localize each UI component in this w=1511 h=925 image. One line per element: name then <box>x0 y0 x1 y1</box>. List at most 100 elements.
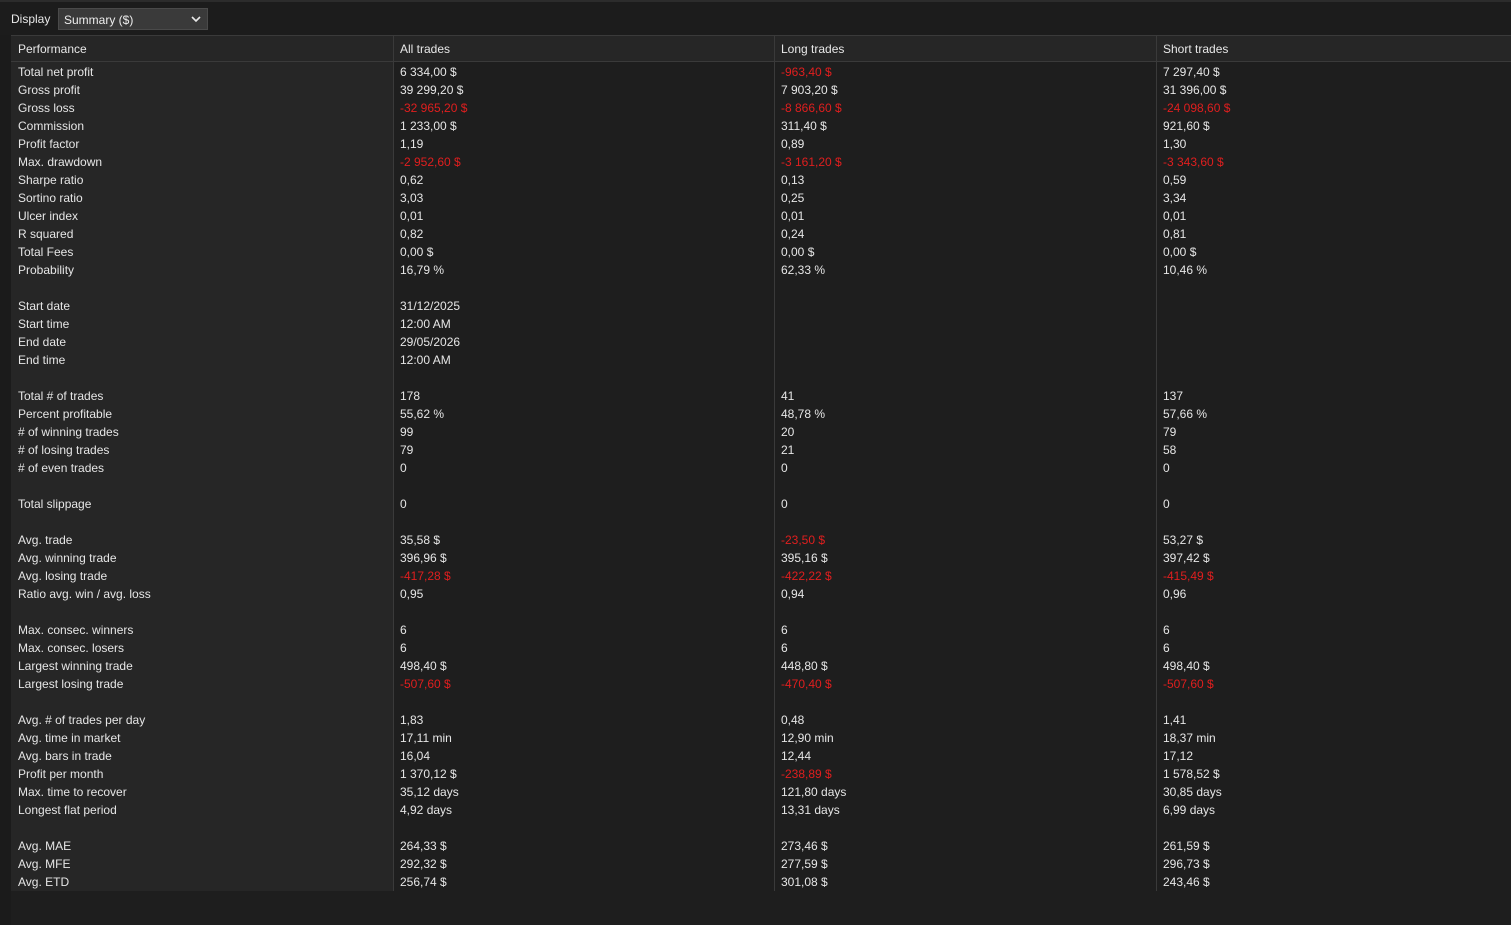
table-row: Total slippage 0 0 0 <box>11 495 1511 513</box>
row-value-short: 0 <box>1163 461 1170 475</box>
row-value-all: 79 <box>400 443 414 457</box>
row-label: Sortino ratio <box>18 191 83 205</box>
row-value-long: -23,50 $ <box>781 533 826 547</box>
table-row: Avg. losing trade -417,28 $ -422,22 $ -415,… <box>11 567 1511 585</box>
table-row: Total net profit 6 334,00 $ -963,40 $ 7 297… <box>11 63 1511 81</box>
row-value-short: 30,85 days <box>1163 785 1222 799</box>
table-row: Avg. MAE 264,33 $ 273,46 $ 261,59 $ <box>11 837 1511 855</box>
row-value-long: 7 903,20 $ <box>781 83 838 97</box>
row-value-short: 57,66 % <box>1163 407 1208 421</box>
toolbar: Display Summary ($) <box>0 2 1511 35</box>
row-value-short: 243,46 $ <box>1163 875 1210 889</box>
row-value-short: 1,41 <box>1163 713 1187 727</box>
row-value-long: 311,40 $ <box>781 119 827 133</box>
row-label: Avg. winning trade <box>18 551 117 565</box>
display-select[interactable]: Summary ($) <box>58 8 208 30</box>
table-row: Max. consec. winners 6 6 6 <box>11 621 1511 639</box>
row-value-all: 1 370,12 $ <box>400 767 457 781</box>
row-label: Largest winning trade <box>18 659 133 673</box>
row-label: R squared <box>18 227 74 241</box>
display-select-value: Summary ($) <box>64 13 134 27</box>
row-value-all: 35,58 $ <box>400 533 441 547</box>
chevron-down-icon <box>191 16 201 23</box>
row-value-long: 13,31 days <box>781 803 840 817</box>
row-value-short: 296,73 $ <box>1163 857 1210 871</box>
row-label: # of losing trades <box>18 443 110 457</box>
row-value-all: 55,62 % <box>400 407 445 421</box>
row-value-short: 0,01 <box>1163 209 1187 223</box>
row-label: Avg. MFE <box>18 857 71 871</box>
table-row: Commission 1 233,00 $ 311,40 $ 921,60 $ <box>11 117 1511 135</box>
row-value-long: 0,89 <box>781 137 805 151</box>
row-value-long: 448,80 $ <box>781 659 828 673</box>
row-label: Start date <box>18 299 71 313</box>
header-long-trades[interactable]: Long trades <box>781 42 844 56</box>
table-row <box>11 819 1511 837</box>
row-value-long: -470,40 $ <box>781 677 832 691</box>
row-label: End time <box>18 353 66 367</box>
row-value-long: 0,25 <box>781 191 805 205</box>
table-row: Probability 16,79 % 62,33 % 10,46 % <box>11 261 1511 279</box>
row-value-all: 0,82 <box>400 227 424 241</box>
row-value-long: 301,08 $ <box>781 875 828 889</box>
row-value-short: 0,59 <box>1163 173 1187 187</box>
table-row: Avg. # of trades per day 1,83 0,48 1,41 <box>11 711 1511 729</box>
row-value-all: -32 965,20 $ <box>400 101 468 115</box>
row-value-all: 12:00 AM <box>400 353 451 367</box>
row-value-all: 396,96 $ <box>400 551 447 565</box>
row-label: Max. time to recover <box>18 785 127 799</box>
table-row: Max. consec. losers 6 6 6 <box>11 639 1511 657</box>
row-value-all: 264,33 $ <box>400 839 447 853</box>
row-label: Total # of trades <box>18 389 104 403</box>
row-label: Ratio avg. win / avg. loss <box>18 587 151 601</box>
row-value-short: 1,30 <box>1163 137 1187 151</box>
row-value-short: -3 343,60 $ <box>1163 155 1224 169</box>
row-value-short: -507,60 $ <box>1163 677 1214 691</box>
row-label: # of winning trades <box>18 425 119 439</box>
table-row: Longest flat period 4,92 days 13,31 days 6,… <box>11 801 1511 819</box>
row-label: Avg. bars in trade <box>18 749 112 763</box>
row-value-long: 395,16 $ <box>781 551 828 565</box>
row-value-all: 0,95 <box>400 587 424 601</box>
table-row <box>11 369 1511 387</box>
table-row: End time 12:00 AM <box>11 351 1511 369</box>
row-value-long: 21 <box>781 443 795 457</box>
row-label: Avg. MAE <box>18 839 72 853</box>
row-value-long: 6 <box>781 641 788 655</box>
row-label: Avg. ETD <box>18 875 70 889</box>
row-value-short: 31 396,00 $ <box>1163 83 1227 97</box>
performance-grid: Performance All trades Long trades Short… <box>11 35 1511 891</box>
row-value-short: 0 <box>1163 497 1170 511</box>
table-row: Start time 12:00 AM <box>11 315 1511 333</box>
table-row: Avg. winning trade 396,96 $ 395,16 $ 397,42… <box>11 549 1511 567</box>
row-value-all: 0 <box>400 461 407 475</box>
row-value-short: 0,81 <box>1163 227 1187 241</box>
row-value-all: 35,12 days <box>400 785 459 799</box>
column-divider <box>393 35 394 891</box>
row-label: Total net profit <box>18 65 94 79</box>
row-value-long: 12,90 min <box>781 731 834 745</box>
table-row: Percent profitable 55,62 % 48,78 % 57,66 % <box>11 405 1511 423</box>
row-value-long: 6 <box>781 623 788 637</box>
row-value-long: 12,44 <box>781 749 812 763</box>
header-all-trades[interactable]: All trades <box>400 42 450 56</box>
row-value-short: 17,12 <box>1163 749 1194 763</box>
row-value-all: 17,11 min <box>400 731 452 745</box>
row-value-all: 1,19 <box>400 137 424 151</box>
row-label: Avg. losing trade <box>18 569 108 583</box>
row-value-long: 0,24 <box>781 227 805 241</box>
header-short-trades[interactable]: Short trades <box>1163 42 1228 56</box>
row-value-all: 6 <box>400 623 407 637</box>
row-label: Start time <box>18 317 70 331</box>
row-value-all: 292,32 $ <box>400 857 447 871</box>
row-label: Avg. # of trades per day <box>18 713 146 727</box>
row-value-long: -8 866,60 $ <box>781 101 842 115</box>
row-label: Largest losing trade <box>18 677 124 691</box>
row-value-long: -963,40 $ <box>781 65 832 79</box>
row-value-long: 41 <box>781 389 795 403</box>
header-performance[interactable]: Performance <box>18 42 87 56</box>
row-value-short: 261,59 $ <box>1163 839 1210 853</box>
table-row: Avg. MFE 292,32 $ 277,59 $ 296,73 $ <box>11 855 1511 873</box>
row-value-all: -2 952,60 $ <box>400 155 461 169</box>
row-value-long: 62,33 % <box>781 263 826 277</box>
